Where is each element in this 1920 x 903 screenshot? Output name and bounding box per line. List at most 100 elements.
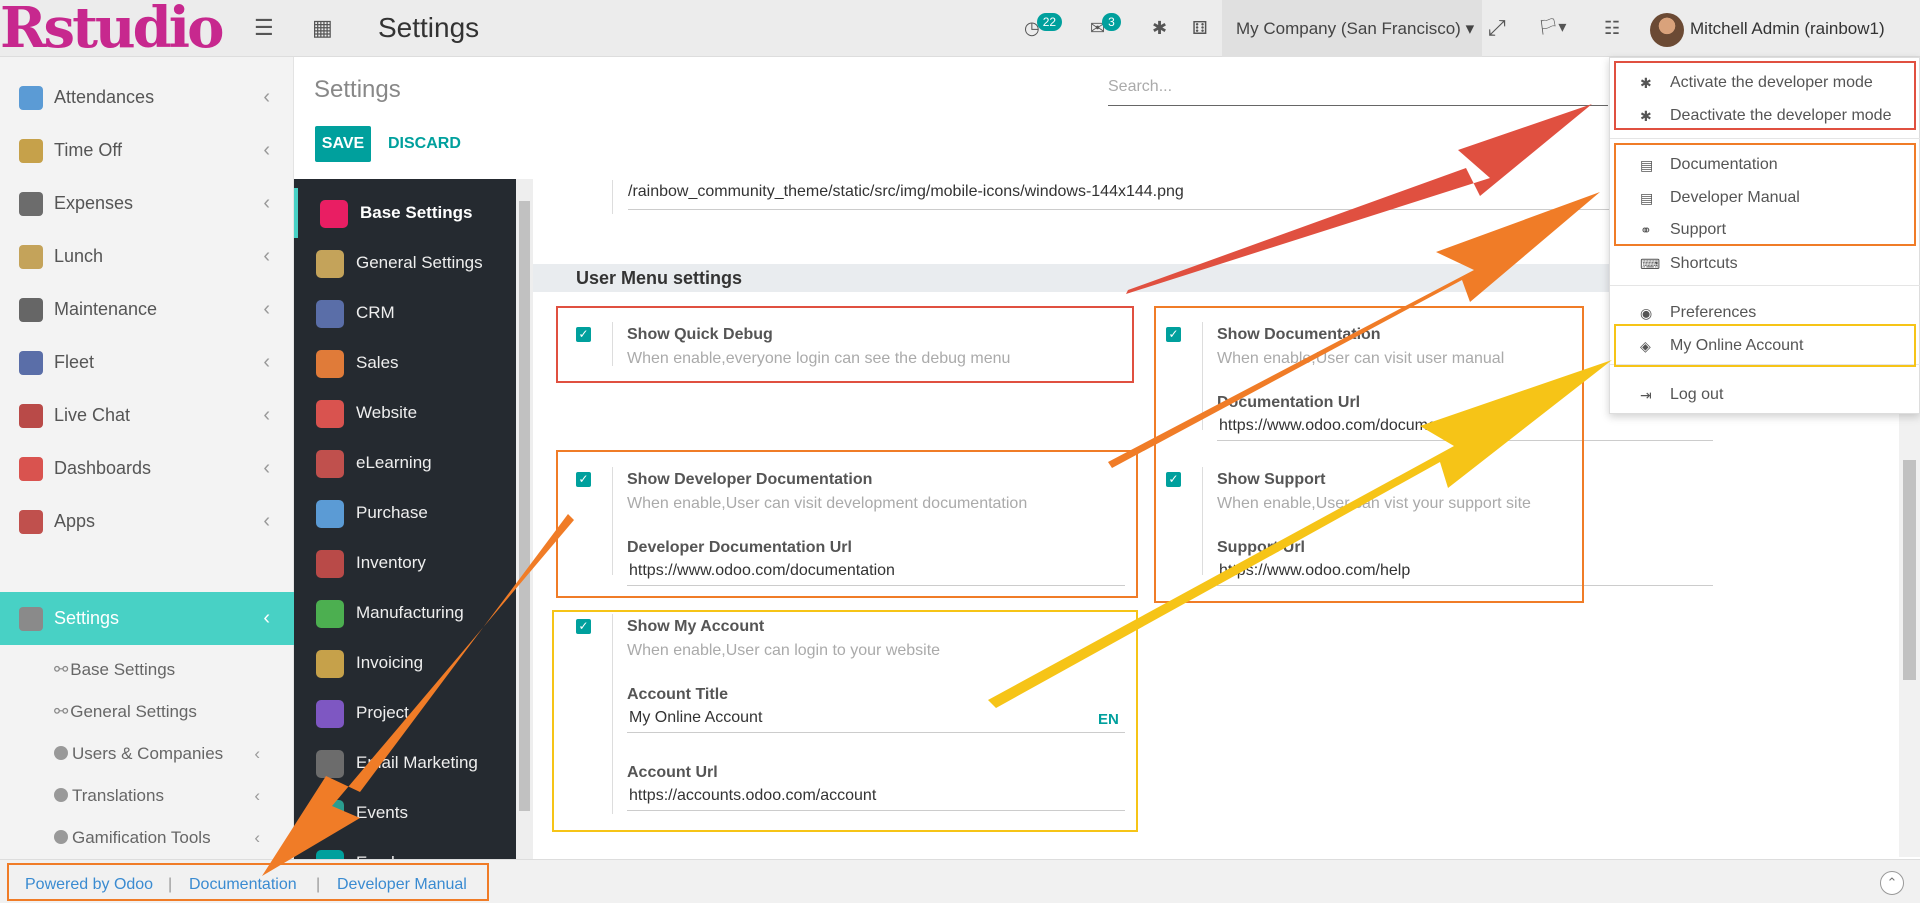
support-checkbox[interactable]: ✓ <box>1166 472 1181 487</box>
sidebar-subitem-base-settings[interactable]: ⚯ Base Settings <box>54 650 284 690</box>
sidebar-item-label: Fleet <box>54 352 95 372</box>
menu-item-activate-the-developer-mode[interactable]: ✱ Activate the developer mode <box>1610 67 1920 99</box>
documentation-url-field[interactable]: https://www.odoo.com/documentation/user <box>1217 415 1713 441</box>
module-icon <box>320 200 348 228</box>
settings-nav-project[interactable]: Project <box>294 688 516 738</box>
divider <box>1202 467 1203 575</box>
save-button[interactable]: SAVE <box>315 126 371 162</box>
settings-nav-base-settings[interactable]: Base Settings <box>294 188 516 238</box>
apps-grid-icon[interactable]: ▦ <box>312 14 333 42</box>
menu-item-log-out[interactable]: ⇥ Log out <box>1610 379 1920 411</box>
documentation-label: Show Documentation <box>1217 326 1381 343</box>
settings-nav-label: CRM <box>356 303 395 322</box>
settings-nav-crm[interactable]: CRM <box>294 288 516 338</box>
sidebar-item-time-off[interactable]: Time Off ‹ <box>0 124 294 177</box>
powered-by-link[interactable]: Powered by Odoo <box>25 876 153 894</box>
dev-doc-checkbox[interactable]: ✓ <box>576 472 591 487</box>
module-icon <box>316 400 344 428</box>
settings-nav-website[interactable]: Website <box>294 388 516 438</box>
sidebar-item-maintenance[interactable]: Maintenance ‹ <box>0 283 294 336</box>
scrollbar-thumb[interactable] <box>519 201 530 811</box>
divider <box>612 180 613 214</box>
module-icon <box>316 250 344 278</box>
scrollbar-thumb[interactable] <box>1903 460 1916 680</box>
settings-nav-email-marketing[interactable]: Email Marketing <box>294 738 516 788</box>
logout-icon: ⇥ <box>1640 387 1652 403</box>
sidebar-item-expenses[interactable]: Expenses ‹ <box>0 177 294 230</box>
menu-item-documentation[interactable]: ▤ Documentation <box>1610 149 1920 181</box>
settings-nav-events[interactable]: Events <box>294 788 516 838</box>
quick-debug-help: When enable,everyone login can see the d… <box>627 350 1011 367</box>
divider <box>612 467 613 575</box>
sidebar-item-apps[interactable]: Apps ‹ <box>0 495 294 548</box>
sidebar-subitem-gamification-tools[interactable]: Gamification Tools ‹ <box>54 818 284 858</box>
my-account-checkbox[interactable]: ✓ <box>576 619 591 634</box>
activities-button[interactable]: ◷ 22 <box>1024 13 1063 42</box>
chevron-left-icon: ‹ <box>263 139 270 161</box>
quick-debug-checkbox[interactable]: ✓ <box>576 327 591 342</box>
avatar <box>1650 12 1684 47</box>
sidebar-subitem-users-companies[interactable]: Users & Companies ‹ <box>54 734 284 774</box>
settings-nav-invoicing[interactable]: Invoicing <box>294 638 516 688</box>
theme-settings-icon[interactable]: ☷ <box>1604 14 1620 42</box>
menu-item-support[interactable]: ⚭ Support <box>1610 214 1920 246</box>
module-icon <box>316 850 344 859</box>
search-input[interactable]: Search... <box>1108 74 1608 106</box>
sidebar-item-label: Lunch <box>54 246 104 266</box>
gift-icon[interactable]: ⚅ <box>1192 14 1208 42</box>
app-icon <box>19 457 43 481</box>
footer-developer-manual-link[interactable]: Developer Manual <box>337 876 467 894</box>
dev-doc-help: When enable,User can visit development d… <box>627 495 1028 512</box>
debug-bug-icon[interactable]: ✱ <box>1152 14 1167 42</box>
menu-item-preferences[interactable]: ◉ Preferences <box>1610 297 1920 329</box>
sidebar-item-dashboards[interactable]: Dashboards ‹ <box>0 442 294 495</box>
settings-nav-sales[interactable]: Sales <box>294 338 516 388</box>
user-menu-toggle[interactable]: Mitchell Admin (rainbow1) <box>1650 0 1885 57</box>
translate-lang-button[interactable]: EN <box>1098 711 1119 728</box>
fullscreen-icon[interactable]: ⤢ <box>1488 14 1506 42</box>
sidebar-item-fleet[interactable]: Fleet ‹ <box>0 336 294 389</box>
module-icon <box>316 450 344 478</box>
footer-separator: | <box>316 876 321 893</box>
user-circle-icon: ◉ <box>1640 305 1653 321</box>
chevron-left-icon: ‹ <box>263 607 270 629</box>
menu-item-developer-manual[interactable]: ▤ Developer Manual <box>1610 182 1920 214</box>
sidebar-item-live-chat[interactable]: Live Chat ‹ <box>0 389 294 442</box>
footer-documentation-link[interactable]: Documentation <box>189 876 297 894</box>
account-url-field[interactable]: https://accounts.odoo.com/account <box>627 785 1125 811</box>
account-url-label: Account Url <box>627 764 718 781</box>
sidebar-item-settings[interactable]: Settings ‹ <box>0 592 306 645</box>
icon-path-field[interactable]: /rainbow_community_theme/static/src/img/… <box>628 180 1712 210</box>
settings-nav-scrollbar[interactable] <box>516 179 533 859</box>
menu-item-deactivate-the-developer-mode[interactable]: ✱ Deactivate the developer mode <box>1610 100 1920 132</box>
module-icon <box>316 700 344 728</box>
sidebar-subitem-general-settings[interactable]: ⚯ General Settings <box>54 692 284 732</box>
account-title-field[interactable]: My Online Account <box>627 707 1125 733</box>
menu-item-my-online-account[interactable]: ◈ My Online Account <box>1610 330 1920 362</box>
sidebar-item-attendances[interactable]: Attendances ‹ <box>0 71 294 124</box>
company-switcher[interactable]: My Company (San Francisco) ▾ <box>1222 0 1482 57</box>
dev-doc-url-field[interactable]: https://www.odoo.com/documentation <box>627 560 1125 586</box>
app-logo[interactable]: Rstudio <box>0 0 230 57</box>
activities-badge: 22 <box>1036 13 1063 31</box>
discard-button[interactable]: DISCARD <box>388 126 461 162</box>
quick-debug-label: Show Quick Debug <box>627 326 773 343</box>
support-url-label: Support Url <box>1217 539 1305 556</box>
support-url-field[interactable]: https://www.odoo.com/help <box>1217 560 1713 586</box>
documentation-checkbox[interactable]: ✓ <box>1166 327 1181 342</box>
back-to-top-icon[interactable]: ⌃ <box>1880 871 1904 895</box>
settings-nav-elearning[interactable]: eLearning <box>294 438 516 488</box>
settings-nav-inventory[interactable]: Inventory <box>294 538 516 588</box>
module-icon <box>316 550 344 578</box>
menu-item-shortcuts[interactable]: ⌨ Shortcuts <box>1610 248 1920 280</box>
bullet-icon <box>54 745 68 760</box>
settings-nav-manufacturing[interactable]: Manufacturing <box>294 588 516 638</box>
settings-nav-employees[interactable]: Employees <box>294 838 516 859</box>
settings-nav-purchase[interactable]: Purchase <box>294 488 516 538</box>
sidebar-subitem-translations[interactable]: Translations ‹ <box>54 776 284 816</box>
settings-nav-general-settings[interactable]: General Settings <box>294 238 516 288</box>
menu-toggle-icon[interactable]: ☰ <box>254 14 274 42</box>
messages-button[interactable]: ✉ 3 <box>1090 13 1121 42</box>
sidebar-item-lunch[interactable]: Lunch ‹ <box>0 230 294 283</box>
language-flag-icon[interactable]: 🏳▾ <box>1538 14 1566 42</box>
